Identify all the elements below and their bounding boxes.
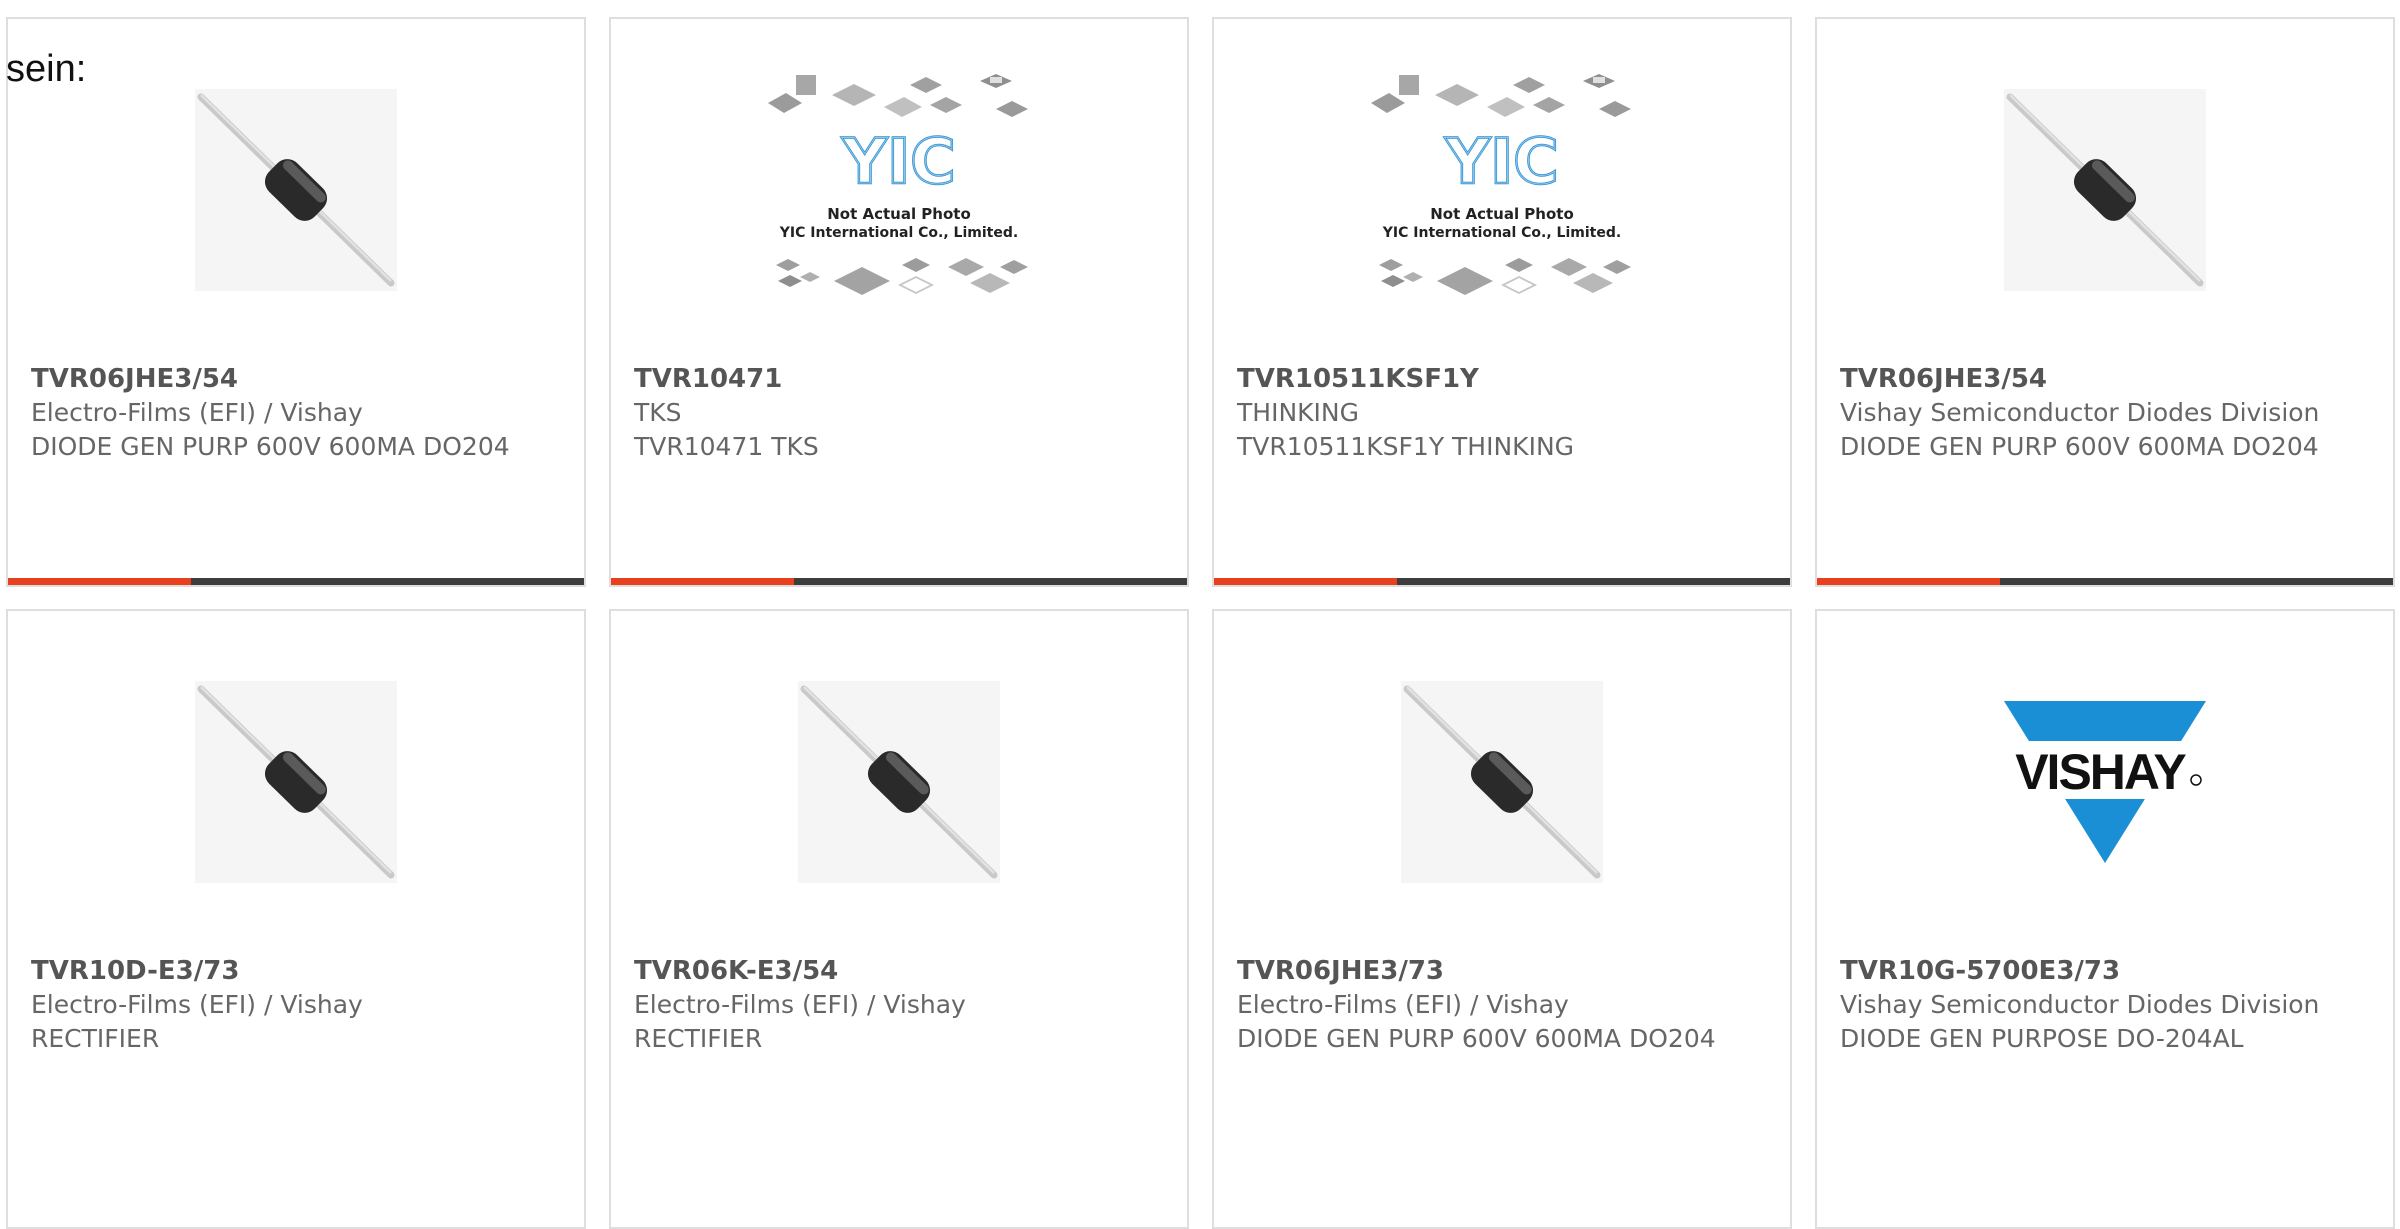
product-card[interactable]: VISHAY TVR10G-5700E3/73 Vishay Semicondu…	[1815, 609, 2395, 1229]
product-card[interactable]: TVR06JHE3/54 Vishay Semiconductor Diodes…	[1815, 17, 2395, 587]
description: RECTIFIER	[634, 1024, 763, 1053]
card-accent-bar	[8, 578, 191, 585]
card-bottom-bar	[611, 578, 1187, 585]
placeholder-caption-line2: YIC International Co., Limited.	[779, 225, 1018, 241]
product-info: TVR10511KSF1Y THINKING TVR10511KSF1Y THI…	[1237, 362, 1737, 464]
part-number[interactable]: TVR10D-E3/73	[31, 954, 531, 988]
product-image[interactable]	[8, 87, 584, 292]
part-number[interactable]: TVR06K-E3/54	[634, 954, 1134, 988]
description: DIODE GEN PURP 600V 600MA DO204	[1840, 432, 2319, 461]
product-info: TVR10D-E3/73 Electro-Films (EFI) / Visha…	[31, 954, 531, 1056]
placeholder-caption-line1: Not Actual Photo	[1430, 205, 1574, 223]
product-card[interactable]: YIC YIC Not Actual Photo YIC Internation…	[609, 17, 1189, 587]
placeholder-caption-line1: Not Actual Photo	[827, 205, 971, 223]
description: DIODE GEN PURP 600V 600MA DO204	[31, 432, 510, 461]
product-card[interactable]: TVR06K-E3/54 Electro-Films (EFI) / Visha…	[609, 609, 1189, 1229]
manufacturer: Electro-Films (EFI) / Vishay	[634, 990, 966, 1019]
card-accent-bar	[611, 578, 794, 585]
card-bottom-bar	[1817, 578, 2393, 585]
product-info: TVR10G-5700E3/73 Vishay Semiconductor Di…	[1840, 954, 2340, 1056]
part-number[interactable]: TVR06JHE3/54	[31, 362, 531, 396]
diode-image	[798, 680, 1000, 883]
part-number[interactable]: TVR10471	[634, 362, 1134, 396]
svg-text:YIC: YIC	[1444, 125, 1558, 198]
product-info: TVR06JHE3/54 Vishay Semiconductor Diodes…	[1840, 362, 2340, 464]
diode-image	[1401, 680, 1603, 883]
manufacturer: THINKING	[1237, 398, 1359, 427]
part-number[interactable]: TVR06JHE3/54	[1840, 362, 2340, 396]
manufacturer: Electro-Films (EFI) / Vishay	[31, 398, 363, 427]
card-accent-bar	[1817, 578, 2000, 585]
product-info: TVR10471 TKS TVR10471 TKS	[634, 362, 1134, 464]
description: RECTIFIER	[31, 1024, 160, 1053]
product-image[interactable]: VISHAY	[1817, 679, 2393, 884]
product-image[interactable]	[1214, 679, 1790, 884]
manufacturer: Vishay Semiconductor Diodes Division	[1840, 398, 2320, 427]
placeholder-caption-line2: YIC International Co., Limited.	[1382, 225, 1621, 241]
not-actual-photo-image: YIC YIC Not Actual Photo YIC Internation…	[1371, 73, 1631, 295]
product-info: TVR06JHE3/73 Electro-Films (EFI) / Visha…	[1237, 954, 1737, 1056]
part-number[interactable]: TVR10G-5700E3/73	[1840, 954, 2340, 988]
card-accent-bar	[1214, 578, 1397, 585]
product-card[interactable]: TVR06JHE3/54 Electro-Films (EFI) / Visha…	[6, 17, 586, 587]
manufacturer: TKS	[634, 398, 682, 427]
product-grid: TVR06JHE3/54 Electro-Films (EFI) / Visha…	[6, 17, 2400, 1229]
product-info: TVR06JHE3/54 Electro-Films (EFI) / Visha…	[31, 362, 531, 464]
vishay-logo-image: VISHAY	[2000, 700, 2210, 863]
part-number[interactable]: TVR06JHE3/73	[1237, 954, 1737, 988]
product-image[interactable]: YIC YIC Not Actual Photo YIC Internation…	[611, 73, 1187, 295]
product-image[interactable]	[611, 679, 1187, 884]
product-image[interactable]: YIC YIC Not Actual Photo YIC Internation…	[1214, 73, 1790, 295]
description: DIODE GEN PURPOSE DO-204AL	[1840, 1024, 2244, 1053]
vishay-logo-text: VISHAY	[2015, 744, 2186, 800]
manufacturer: Vishay Semiconductor Diodes Division	[1840, 990, 2320, 1019]
product-info: TVR06K-E3/54 Electro-Films (EFI) / Visha…	[634, 954, 1134, 1056]
svg-text:YIC: YIC	[841, 125, 955, 198]
not-actual-photo-image: YIC YIC Not Actual Photo YIC Internation…	[768, 73, 1028, 295]
card-bottom-bar	[8, 578, 584, 585]
manufacturer: Electro-Films (EFI) / Vishay	[31, 990, 363, 1019]
diode-image	[2004, 88, 2206, 291]
description: DIODE GEN PURP 600V 600MA DO204	[1237, 1024, 1716, 1053]
description: TVR10471 TKS	[634, 432, 819, 461]
product-card[interactable]: TVR10D-E3/73 Electro-Films (EFI) / Visha…	[6, 609, 586, 1229]
diode-image	[195, 680, 397, 883]
product-image[interactable]	[8, 679, 584, 884]
product-card[interactable]: TVR06JHE3/73 Electro-Films (EFI) / Visha…	[1212, 609, 1792, 1229]
card-bottom-bar	[1214, 578, 1790, 585]
lead-text: sein:	[6, 48, 87, 90]
product-image[interactable]	[1817, 87, 2393, 292]
product-card[interactable]: YIC YIC Not Actual Photo YIC Internation…	[1212, 17, 1792, 587]
diode-image	[195, 88, 397, 291]
description: TVR10511KSF1Y THINKING	[1237, 432, 1575, 461]
part-number[interactable]: TVR10511KSF1Y	[1237, 362, 1737, 396]
manufacturer: Electro-Films (EFI) / Vishay	[1237, 990, 1569, 1019]
